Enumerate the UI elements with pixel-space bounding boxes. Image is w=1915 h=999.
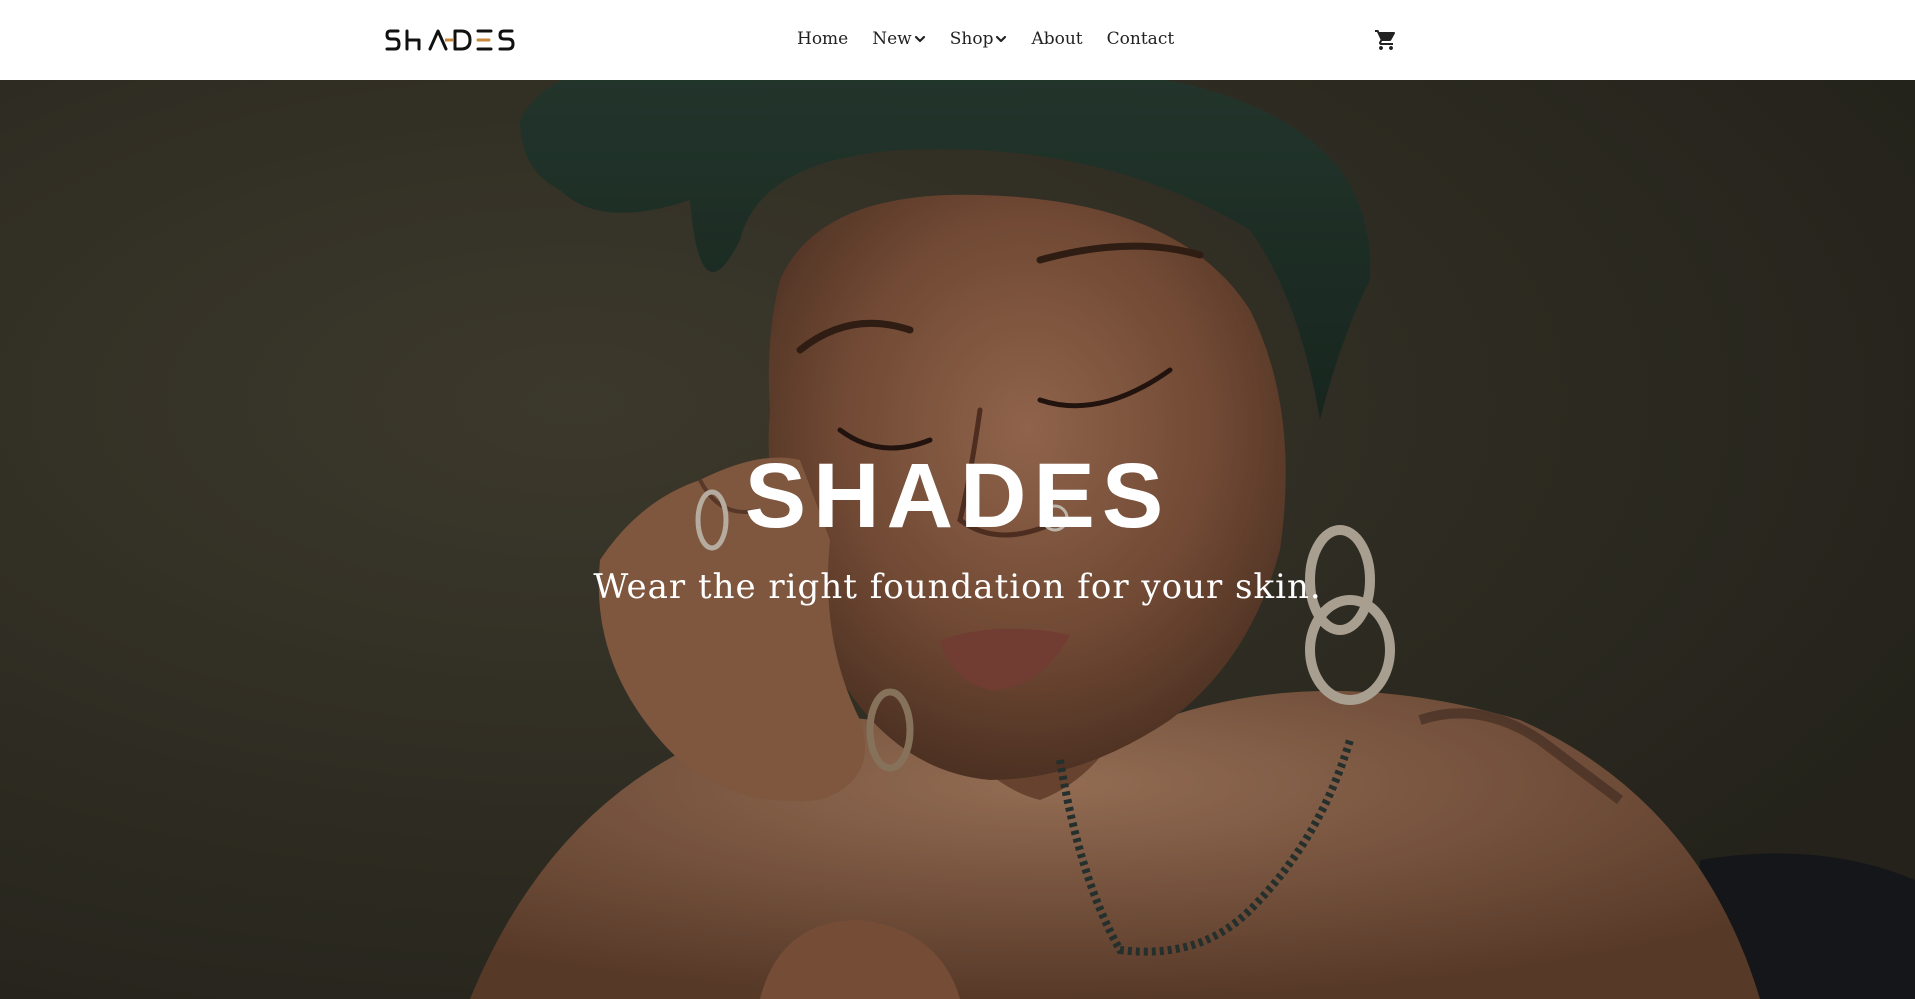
chevron-down-icon (996, 35, 1007, 43)
nav-contact[interactable]: Contact (1107, 29, 1175, 49)
nav-shop[interactable]: Shop (950, 29, 1008, 49)
hero-title: SHADES (744, 445, 1171, 547)
nav-new-label: New (872, 29, 912, 49)
chevron-down-icon (914, 35, 925, 43)
site-header: Home New Shop About Contact (0, 0, 1915, 80)
hero-subtitle: Wear the right foundation for your skin. (593, 567, 1322, 607)
shopping-cart-icon[interactable] (1374, 28, 1398, 52)
hero-banner: SHADES Wear the right foundation for you… (0, 80, 1915, 999)
shades-logo[interactable] (385, 26, 515, 54)
nav-home[interactable]: Home (797, 29, 848, 49)
nav-about[interactable]: About (1031, 29, 1082, 49)
nav-shop-label: Shop (949, 29, 994, 49)
main-nav: Home New Shop About Contact (797, 26, 1174, 52)
nav-new[interactable]: New (872, 29, 926, 49)
nav-about-label: About (1031, 29, 1083, 49)
nav-home-label: Home (797, 29, 849, 49)
nav-contact-label: Contact (1106, 29, 1175, 49)
